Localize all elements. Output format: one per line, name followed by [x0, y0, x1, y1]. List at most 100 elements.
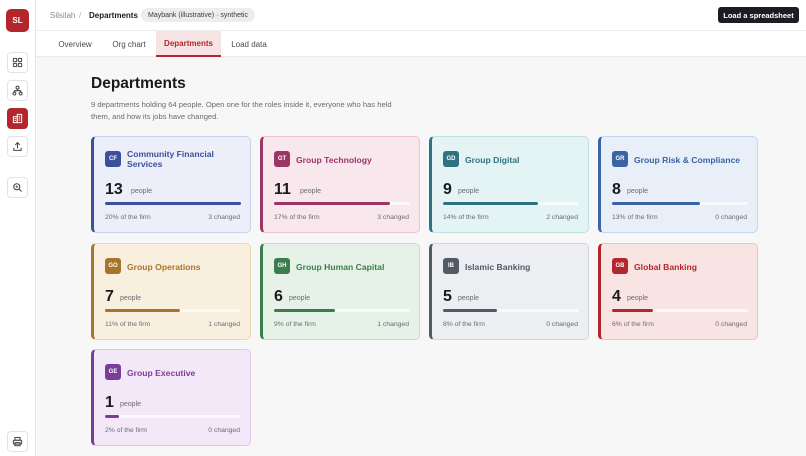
department-card-ge[interactable]: GE Group Executive 1 people 2% of the fi… — [91, 349, 251, 446]
share-bar — [612, 309, 748, 312]
department-share: 17% of the firm — [274, 214, 320, 221]
printer-icon — [12, 436, 23, 447]
department-changed: 0 changed — [715, 214, 747, 221]
department-card-go[interactable]: GO Group Operations 7 people 11% of the … — [91, 243, 251, 340]
share-bar-fill — [443, 202, 539, 205]
share-bar-fill — [274, 202, 390, 205]
department-name: Global Banking — [634, 262, 698, 272]
breadcrumb-root[interactable]: Silsilah — [50, 11, 75, 20]
department-changed: 0 changed — [546, 321, 578, 328]
share-bar — [105, 309, 241, 312]
share-bar-fill — [105, 309, 180, 312]
tab-bar: Overview Org chart Departments Load data — [36, 31, 806, 57]
department-name: Group Risk & Compliance — [634, 155, 741, 165]
share-bar — [274, 309, 410, 312]
department-card-gd[interactable]: GD Group Digital 9 people 14% of the fir… — [429, 136, 589, 233]
page-title: Departments — [91, 75, 186, 92]
rail-overview-button[interactable] — [7, 52, 28, 73]
top-bar: Silsilah / Departments Maybank (illustra… — [36, 0, 806, 31]
share-bar — [612, 202, 748, 205]
department-changed: 1 changed — [208, 321, 240, 328]
rail-org-chart-button[interactable] — [7, 80, 28, 101]
department-count: 11 — [274, 181, 291, 198]
department-count: 7 — [105, 288, 114, 305]
department-name: Islamic Banking — [465, 262, 531, 272]
department-count: 1 — [105, 394, 114, 411]
department-card-gt[interactable]: GT Group Technology 11 people 17% of the… — [260, 136, 420, 233]
department-code-badge: GB — [612, 258, 628, 274]
load-spreadsheet-button[interactable]: Load a spreadsheet — [718, 7, 799, 23]
rail-search-button[interactable] — [7, 177, 28, 198]
share-bar — [443, 309, 579, 312]
department-code-badge: GO — [105, 258, 121, 274]
share-bar — [105, 415, 241, 418]
department-count: 6 — [274, 288, 283, 305]
department-share: 6% of the firm — [612, 321, 654, 328]
tab-overview[interactable]: Overview — [50, 31, 100, 57]
department-name: Group Executive — [127, 368, 196, 378]
department-changed: 0 changed — [208, 427, 240, 434]
search-icon — [13, 183, 22, 192]
breadcrumb-separator: / — [79, 11, 82, 20]
rail-departments-button[interactable] — [7, 108, 28, 129]
share-bar-fill — [105, 415, 119, 418]
department-code-badge: GR — [612, 151, 628, 167]
share-bar — [443, 202, 579, 205]
department-count: 13 — [105, 181, 123, 198]
department-card-gb[interactable]: GB Global Banking 4 people 6% of the fir… — [598, 243, 758, 340]
people-label: people — [120, 295, 142, 302]
department-share: 2% of the firm — [105, 427, 147, 434]
grid-icon — [12, 57, 23, 68]
rail-print-button[interactable] — [7, 431, 28, 452]
department-changed: 1 changed — [377, 321, 409, 328]
tab-load-data[interactable]: Load data — [225, 31, 273, 57]
department-share: 9% of the firm — [274, 321, 316, 328]
department-name: Group Operations — [127, 262, 201, 272]
department-share: 14% of the firm — [443, 214, 489, 221]
department-code-badge: CF — [105, 151, 121, 167]
share-bar-fill — [443, 309, 498, 312]
department-share: 20% of the firm — [105, 214, 151, 221]
department-card-gr[interactable]: GR Group Risk & Compliance 8 people 13% … — [598, 136, 758, 233]
rail-load-data-button[interactable] — [7, 136, 28, 157]
department-code-badge: GD — [443, 151, 459, 167]
department-share: 8% of the firm — [443, 321, 485, 328]
page-description: 9 departments holding 64 people. Open on… — [91, 100, 392, 121]
people-label: people — [458, 188, 480, 195]
department-card-ib[interactable]: IB Islamic Banking 5 people 8% of the fi… — [429, 243, 589, 340]
share-bar-fill — [105, 202, 241, 205]
department-name: Group Technology — [296, 155, 372, 165]
department-changed: 3 changed — [208, 214, 240, 221]
people-label: people — [120, 401, 142, 408]
department-card-gh[interactable]: GH Group Human Capital 6 people 9% of th… — [260, 243, 420, 340]
department-card-cf[interactable]: CF Community Financial Services 13 peopl… — [91, 136, 251, 233]
department-code-badge: GE — [105, 364, 121, 380]
share-bar-fill — [274, 309, 336, 312]
people-label: people — [300, 188, 322, 195]
department-code-badge: IB — [443, 258, 459, 274]
department-name: Group Human Capital — [296, 262, 385, 272]
department-count: 4 — [612, 288, 621, 305]
org-chart-icon — [12, 85, 23, 96]
share-bar-fill — [612, 202, 701, 205]
department-changed: 0 changed — [715, 321, 747, 328]
tab-org-chart[interactable]: Org chart — [104, 31, 154, 57]
dataset-badge: Maybank (illustrative) · synthetic — [141, 8, 255, 22]
department-share: 13% of the firm — [612, 214, 658, 221]
department-count: 8 — [612, 181, 621, 198]
people-label: people — [458, 295, 480, 302]
share-bar — [105, 202, 241, 205]
people-label: people — [627, 188, 649, 195]
left-rail: SL — [0, 0, 36, 456]
department-share: 11% of the firm — [105, 321, 151, 328]
department-count: 5 — [443, 288, 452, 305]
department-count: 9 — [443, 181, 452, 198]
department-code-badge: GT — [274, 151, 290, 167]
tab-departments[interactable]: Departments — [156, 31, 221, 57]
share-bar — [274, 202, 410, 205]
app-logo[interactable]: SL — [6, 9, 29, 32]
department-code-badge: GH — [274, 258, 290, 274]
people-label: people — [627, 295, 649, 302]
department-name: Community Financial Services — [127, 149, 214, 169]
share-bar-fill — [612, 309, 653, 312]
